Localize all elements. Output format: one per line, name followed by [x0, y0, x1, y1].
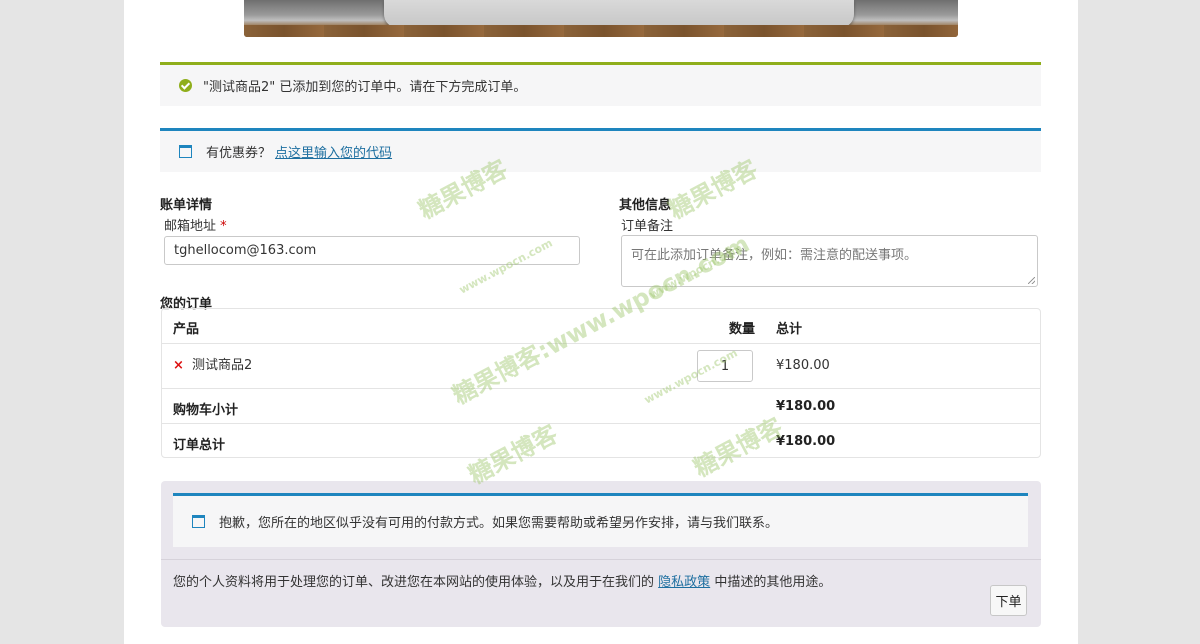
subtotal-row: 购物车小计 ¥180.00 — [162, 389, 1040, 424]
required-mark: * — [220, 219, 227, 234]
privacy-policy-link[interactable]: 隐私政策 — [658, 575, 710, 590]
subtotal-label: 购物车小计 — [173, 403, 239, 418]
remove-item-icon[interactable]: × — [173, 358, 184, 373]
window-icon — [192, 515, 205, 528]
line-total: ¥180.00 — [776, 358, 830, 373]
table-header-row: 产品 数量 总计 — [162, 309, 1040, 344]
order-total-value: ¥180.00 — [776, 434, 836, 449]
col-product-header: 产品 — [173, 322, 200, 337]
order-total-label: 订单总计 — [173, 438, 226, 453]
divider — [161, 559, 1041, 560]
email-field[interactable]: tghellocom@163.com — [164, 236, 580, 265]
coupon-prompt: 有优惠券？ — [206, 146, 272, 161]
order-notes-label: 订单备注 — [621, 219, 674, 234]
wood-surface-graphic — [244, 25, 958, 37]
privacy-suffix: 中描述的其他用途。 — [714, 575, 832, 590]
coupon-notice: 有优惠券？ 点这里输入您的代码 — [160, 128, 1041, 172]
coupon-link[interactable]: 点这里输入您的代码 — [275, 142, 392, 161]
col-quantity-header: 数量 — [729, 322, 756, 337]
order-notes-textarea[interactable]: 可在此添加订单备注，例如：需注意的配送事项。 — [621, 235, 1038, 287]
email-label: 邮箱地址 * — [164, 215, 227, 234]
success-message: "测试商品2" 已添加到您的订单中。请在下方完成订单。 — [203, 80, 527, 95]
success-notice: "测试商品2" 已添加到您的订单中。请在下方完成订单。 — [160, 62, 1041, 106]
additional-info-heading: 其他信息 — [619, 198, 672, 213]
checkout-page: "测试商品2" 已添加到您的订单中。请在下方完成订单。 有优惠券？ 点这里输入您… — [124, 0, 1078, 644]
privacy-text: 您的个人资料将用于处理您的订单、改进您在本网站的使用体验，以及用于在我们的 隐私… — [173, 571, 831, 590]
privacy-prefix: 您的个人资料将用于处理您的订单、改进您在本网站的使用体验，以及用于在我们的 — [173, 575, 655, 590]
subtotal-value: ¥180.00 — [776, 399, 836, 414]
email-label-text: 邮箱地址 — [164, 219, 217, 234]
check-circle-icon — [179, 79, 192, 92]
no-payment-methods-notice: 抱歉，您所在的地区似乎没有可用的付款方式。如果您需要帮助或希望另作安排，请与我们… — [173, 493, 1028, 547]
no-payment-message: 抱歉，您所在的地区似乎没有可用的付款方式。如果您需要帮助或希望另作安排，请与我们… — [219, 516, 779, 531]
order-total-row: 订单总计 ¥180.00 — [162, 424, 1040, 458]
billing-heading: 账单详情 — [160, 198, 213, 213]
quantity-input[interactable]: 1 — [697, 350, 753, 382]
product-name: 测试商品2 — [192, 358, 253, 373]
col-total-header: 总计 — [776, 322, 803, 337]
order-notes-placeholder: 可在此添加订单备注，例如：需注意的配送事项。 — [631, 248, 918, 263]
order-review-table: 产品 数量 总计 × 测试商品2 1 ¥180.00 购物车小计 ¥180.00… — [161, 308, 1041, 458]
product-hero-image — [244, 0, 958, 37]
place-order-button[interactable]: 下单 — [990, 585, 1027, 616]
window-icon — [179, 145, 192, 158]
product-cell: × 测试商品2 — [173, 354, 252, 373]
resize-grip-icon[interactable] — [1028, 277, 1035, 284]
table-row: × 测试商品2 1 ¥180.00 — [162, 344, 1040, 389]
payment-section: 抱歉，您所在的地区似乎没有可用的付款方式。如果您需要帮助或希望另作安排，请与我们… — [161, 481, 1041, 627]
laptop-graphic — [384, 0, 854, 28]
